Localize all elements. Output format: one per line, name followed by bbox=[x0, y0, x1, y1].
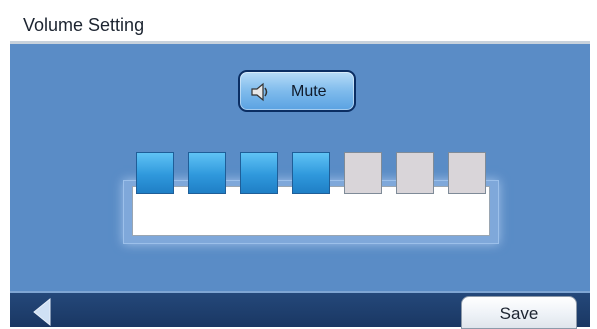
back-arrow-icon[interactable] bbox=[30, 297, 54, 327]
bottom-bar: Save bbox=[10, 291, 590, 329]
main-panel: Mute bbox=[10, 44, 590, 291]
volume-segment[interactable] bbox=[448, 152, 486, 194]
volume-segment[interactable] bbox=[344, 152, 382, 194]
volume-setting-window: Volume Setting Mute Save bbox=[10, 6, 590, 329]
save-button-label: Save bbox=[499, 304, 539, 323]
volume-segment[interactable] bbox=[188, 152, 226, 194]
page-title: Volume Setting bbox=[23, 15, 145, 35]
volume-segment[interactable] bbox=[240, 152, 278, 194]
title-bar: Volume Setting bbox=[10, 6, 590, 44]
mute-button[interactable]: Mute bbox=[238, 70, 356, 112]
volume-segment[interactable] bbox=[396, 152, 434, 194]
save-button[interactable]: Save bbox=[461, 296, 577, 329]
mute-button-label: Mute bbox=[291, 83, 327, 100]
volume-segment[interactable] bbox=[136, 152, 174, 194]
speaker-icon bbox=[251, 82, 268, 102]
volume-segment[interactable] bbox=[292, 152, 330, 194]
